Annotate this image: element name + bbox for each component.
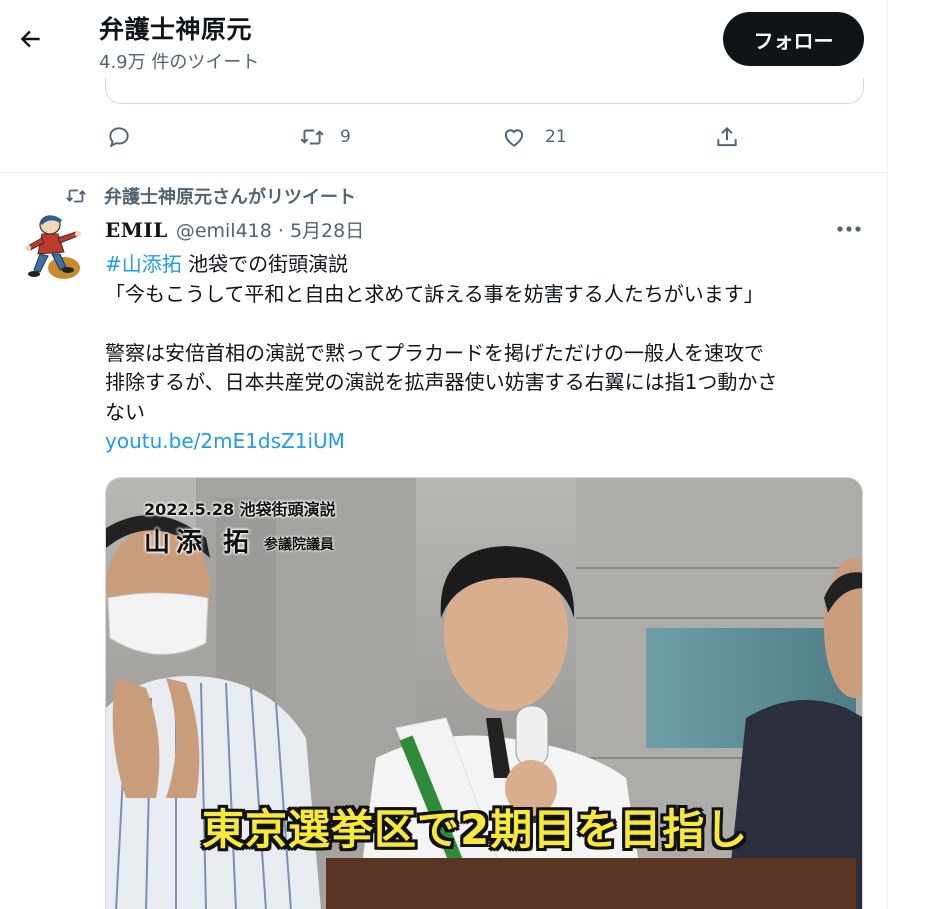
previous-tweet-actions: 9 21	[0, 118, 887, 156]
video-card[interactable]: 2022.5.28 池袋街頭演説 山添 拓 参議院議員 東京選挙区で2期目を目指…	[105, 477, 863, 909]
share-button[interactable]	[714, 118, 740, 156]
retweet-banner-text: 弁護士神原元さんがリツイート	[104, 187, 356, 208]
share-icon	[717, 126, 737, 147]
like-icon	[504, 129, 524, 147]
tweet-line-5: ない	[105, 399, 145, 424]
tweet-divider	[0, 172, 887, 173]
back-button[interactable]	[12, 20, 50, 58]
like-count: 21	[545, 127, 567, 147]
retweet-button[interactable]: 9	[298, 118, 351, 156]
retweet-icon	[300, 129, 324, 145]
hashtag-link[interactable]: #山添拓	[105, 252, 182, 276]
author-handle-date[interactable]: @emil418 · 5月28日	[176, 216, 364, 243]
author-name[interactable]: EMIL	[105, 218, 168, 242]
youtube-link[interactable]: youtu.be/2mE1dsZ1iUM	[105, 429, 345, 453]
tweet-line-4: 排除するが、日本共産党の演説を拡声器使い妨害する右翼には指1つ動かさ	[105, 370, 778, 394]
retweet-count: 9	[340, 127, 351, 147]
follow-button[interactable]: フォロー	[723, 12, 864, 66]
tweet-text: #山添拓 池袋での街頭演説 「今もこうして平和と自由と求めて訴える事を妨害する人…	[105, 250, 865, 457]
video-caption-name: 山添 拓	[144, 528, 256, 558]
tweet-header: EMIL @emil418 · 5月28日	[105, 216, 364, 243]
reply-button[interactable]	[106, 118, 132, 156]
tweet-count: 4.9万 件のツイート	[99, 52, 260, 73]
tweet-line-3: 警察は安倍首相の演説で黙ってプラカードを掲げただけの一般人を速攻で	[105, 340, 764, 365]
author-avatar[interactable]	[20, 212, 86, 284]
reply-icon	[109, 127, 129, 148]
tweet-line-1: 池袋での街頭演説	[181, 252, 349, 276]
retweet-small-icon	[66, 189, 86, 203]
retweet-banner[interactable]: 弁護士神原元さんがリツイート	[64, 183, 356, 209]
video-subtitle: 東京選挙区で2期目を目指し	[202, 805, 749, 854]
page-title: 弁護士神原元	[99, 15, 253, 44]
more-button[interactable]	[834, 214, 864, 244]
more-icon	[837, 226, 861, 232]
timeline-column: 9 21 弁護士神原元さんがリツイート EMIL @emil418 · 5月28…	[0, 0, 888, 909]
video-caption-date: 2022.5.28 池袋街頭演説	[144, 500, 336, 519]
tweet-line-2: 「今もこうして平和と自由と求めて訴える事を妨害する人たちがいます」	[105, 281, 764, 306]
profile-header: 弁護士神原元 4.9万 件のツイート フォロー	[0, 0, 887, 78]
like-button[interactable]: 21	[501, 118, 567, 156]
back-arrow-icon	[20, 30, 40, 48]
video-caption-role: 参議院議員	[264, 537, 334, 553]
